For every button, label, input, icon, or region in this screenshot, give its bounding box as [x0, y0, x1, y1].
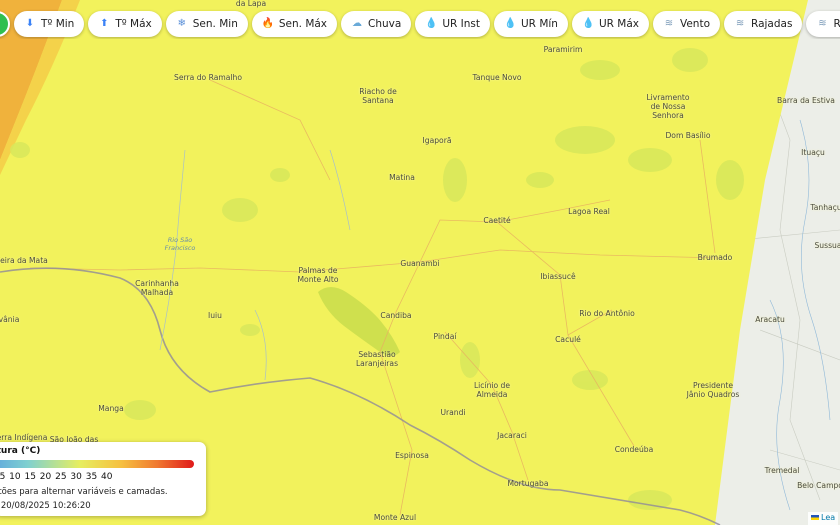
place-label: Candiba — [380, 311, 412, 320]
ukraine-flag-icon — [811, 515, 819, 520]
chip-ur-inst[interactable]: 💧 UR Inst — [415, 11, 490, 37]
place-label: Carinhanha Malhada — [135, 279, 179, 297]
place-label: Tanque Novo — [472, 73, 522, 82]
arrow-down-icon: ⬇ — [25, 18, 35, 29]
chip-sen-máx[interactable]: 🔥 Sen. Máx — [251, 11, 338, 37]
place-label: Rio do Antônio — [579, 309, 635, 318]
place-label: Igaporã — [422, 136, 452, 145]
place-label: Aracatu — [755, 315, 785, 324]
place-label: Ibiassucê — [540, 272, 576, 281]
place-label: Pindaí — [433, 332, 457, 341]
place-label: Tanhaçu — [810, 203, 840, 212]
place-label: Condeúba — [614, 445, 654, 454]
snowflake-icon: ❄ — [177, 18, 186, 29]
place-label: Jacaraci — [497, 431, 527, 440]
chip-label: Rajadas Max — [833, 18, 840, 30]
last-updated: ado às 20/08/2025 10:26:20 — [0, 501, 91, 511]
wind-icon: ≋ — [818, 18, 827, 29]
chip-label: Tº Máx — [115, 18, 152, 30]
droplet-icon: 💧 — [504, 18, 517, 29]
place-label: Lagoa Real — [568, 207, 610, 216]
chip-chuva[interactable]: ☁ Chuva — [341, 11, 412, 37]
chip-label: UR Inst — [442, 18, 480, 30]
place-label: Guanambi — [400, 259, 440, 268]
chip-ur-mín[interactable]: 💧 UR Mín — [494, 11, 568, 37]
chip-label: Vento — [679, 18, 711, 30]
place-label: Barra da Estiva — [777, 96, 835, 105]
variable-toolbar: ⬇ Tº Min ⬆ Tº Máx ❄ Sen. Min 🔥 Sen. Máx ☁ Chuva 💧 U… — [0, 9, 840, 39]
droplet-icon: 💧 — [425, 18, 438, 29]
place-label: Brumado — [697, 253, 733, 262]
place-label: Espinosa — [395, 451, 429, 460]
river-label: Rio São Francisco — [164, 236, 196, 252]
place-label: Sebastião Laranjeiras — [355, 350, 399, 368]
place-label: Belo Campo — [797, 481, 840, 490]
place-label: Feira da Mata — [0, 256, 48, 265]
place-label: Tremedal — [764, 466, 800, 475]
chip-sen-min[interactable]: ❄ Sen. Min — [165, 11, 248, 37]
place-label: Iuiu — [208, 311, 222, 320]
chip-label: Rajadas — [751, 18, 793, 30]
chip-label: Chuva — [368, 18, 402, 30]
legend-title: eratura (°C) — [0, 446, 41, 456]
place-label: Riacho de Santana — [359, 87, 397, 105]
wind-icon: ≋ — [664, 18, 674, 29]
place-label: vânia — [0, 315, 20, 324]
place-label: Dom Basílio — [665, 131, 711, 140]
legend-ticks: 0 5 10 15 20 25 30 35 40 — [0, 472, 113, 482]
place-label: Livramento de Nossa Senhora — [646, 93, 690, 120]
locate-button[interactable] — [0, 11, 10, 37]
place-label: Monte Azul — [373, 513, 417, 522]
place-label: da Lapa — [235, 0, 267, 8]
chip-label: UR Mín — [521, 18, 558, 30]
flame-icon: 🔥 — [261, 18, 275, 29]
place-label: Urandi — [440, 408, 466, 417]
place-label: Mortugaba — [507, 479, 549, 488]
place-label: Palmas de Monte Alto — [297, 266, 339, 284]
chip-rajadas[interactable]: ≋ Rajadas — [724, 11, 803, 37]
place-label: Caculé — [555, 335, 581, 344]
place-label: Manga — [98, 404, 124, 413]
place-label: Sussua — [814, 241, 840, 250]
place-label: erra Indígena — [0, 433, 48, 442]
wind-icon: ≋ — [735, 18, 745, 29]
map-attribution[interactable]: Lea — [808, 512, 839, 525]
chip-vento[interactable]: ≋ Vento — [652, 11, 721, 37]
chip-label: UR Máx — [598, 18, 639, 30]
place-label: Ituaçu — [801, 148, 825, 157]
chip-ur-máx[interactable]: 💧 UR Máx — [571, 11, 649, 37]
chip-label: Sen. Máx — [278, 18, 328, 30]
place-label: Matina — [389, 173, 415, 182]
legend-panel: eratura (°C) 0 5 10 15 20 25 30 35 40 no… — [0, 442, 206, 516]
arrow-up-icon: ⬆ — [100, 18, 109, 29]
chip-label: Tº Min — [41, 18, 75, 30]
place-label: Paramirim — [543, 45, 583, 54]
place-label: Presidente Jânio Quadros — [686, 381, 740, 399]
rain-cloud-icon: ☁ — [352, 18, 363, 29]
legend-hint: nos botões para alternar variáveis e cam… — [0, 487, 168, 497]
place-label: Serra do Ramalho — [174, 73, 242, 82]
chip-label: Sen. Min — [192, 18, 238, 30]
place-label: Caetité — [483, 216, 511, 225]
attribution-link[interactable]: Lea — [821, 513, 835, 522]
droplet-icon: 💧 — [581, 18, 595, 29]
chip-t-min[interactable]: ⬇ Tº Min — [14, 11, 85, 37]
chip-rajadas-max[interactable]: ≋ Rajadas Max — [806, 11, 840, 37]
temperature-color-scale — [0, 460, 194, 468]
place-label: Licínio de Almeida — [473, 381, 511, 399]
chip-t-máx[interactable]: ⬆ Tº Máx — [88, 11, 162, 37]
